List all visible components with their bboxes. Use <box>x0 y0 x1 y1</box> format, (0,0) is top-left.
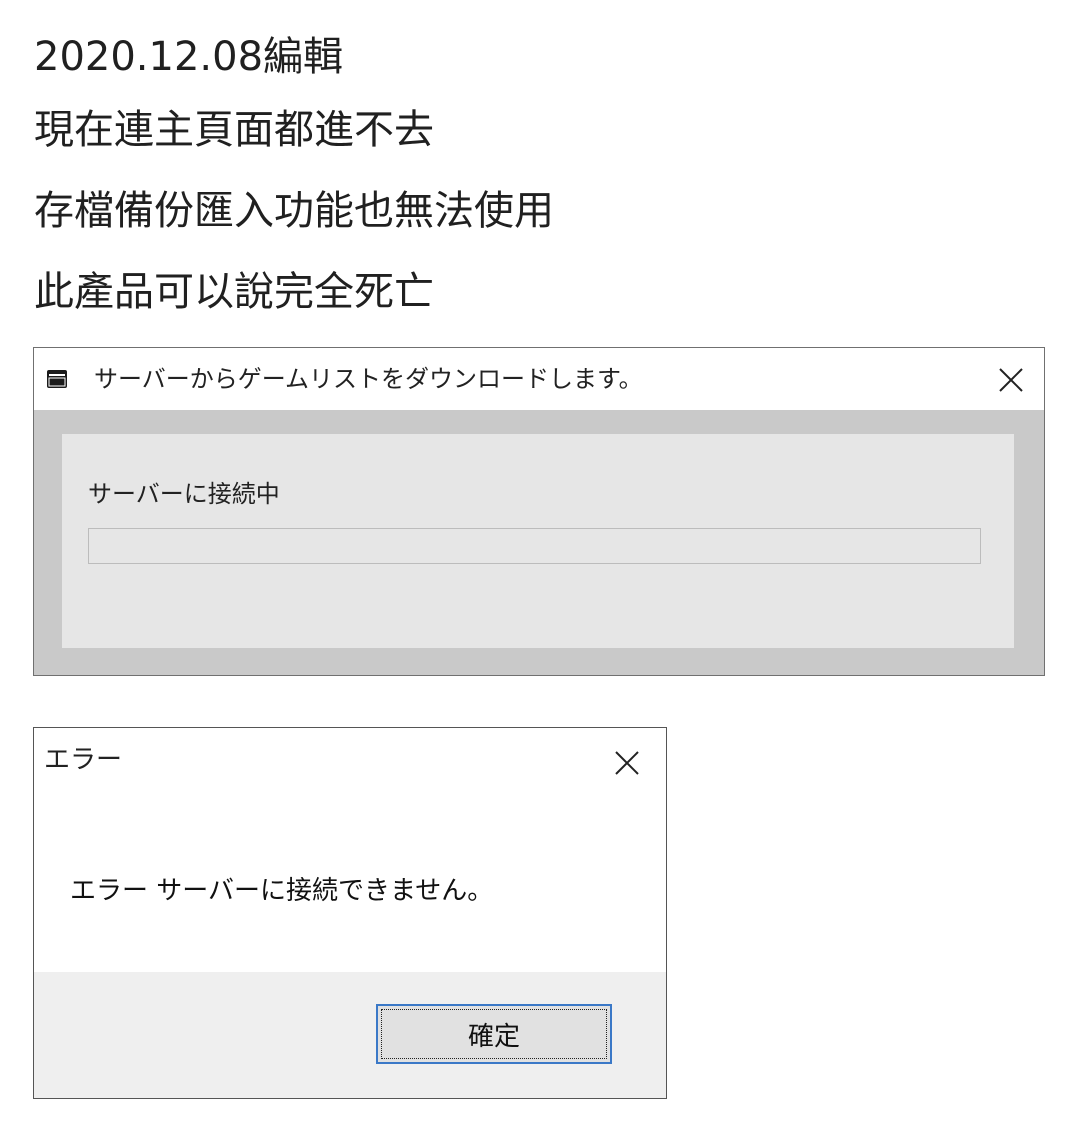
download-dialog: サーバーからゲームリストをダウンロードします。 サーバーに接続中 <box>33 347 1045 676</box>
error-dialog: エラー エラー サーバーに接続できません。 確定 <box>33 727 667 1099</box>
post-line: 存檔備份匯入功能也無法使用 <box>34 188 554 234</box>
error-dialog-title: エラー <box>44 745 123 775</box>
download-dialog-content: サーバーに接続中 <box>62 434 1014 648</box>
ok-button-label: 確定 <box>381 1009 607 1059</box>
ok-button[interactable]: 確定 <box>376 1004 612 1064</box>
error-message: エラー サーバーに接続できません。 <box>70 876 494 906</box>
close-icon[interactable] <box>612 748 642 778</box>
post-line: 此產品可以說完全死亡 <box>34 269 434 315</box>
download-dialog-titlebar[interactable]: サーバーからゲームリストをダウンロードします。 <box>34 348 1044 410</box>
error-dialog-footer: 確定 <box>34 972 666 1098</box>
post-line: 現在連主頁面都進不去 <box>34 107 434 153</box>
close-icon[interactable] <box>996 365 1026 395</box>
post-edit-date: 2020.12.08編輯 <box>34 34 344 80</box>
download-dialog-title: サーバーからゲームリストをダウンロードします。 <box>94 365 643 393</box>
post-text: 2020.12.08編輯 現在連主頁面都進不去 存檔備份匯入功能也無法使用 此產… <box>34 24 1034 333</box>
app-window-icon <box>47 370 67 388</box>
connection-status: サーバーに接続中 <box>88 480 280 508</box>
progress-bar <box>88 528 981 564</box>
